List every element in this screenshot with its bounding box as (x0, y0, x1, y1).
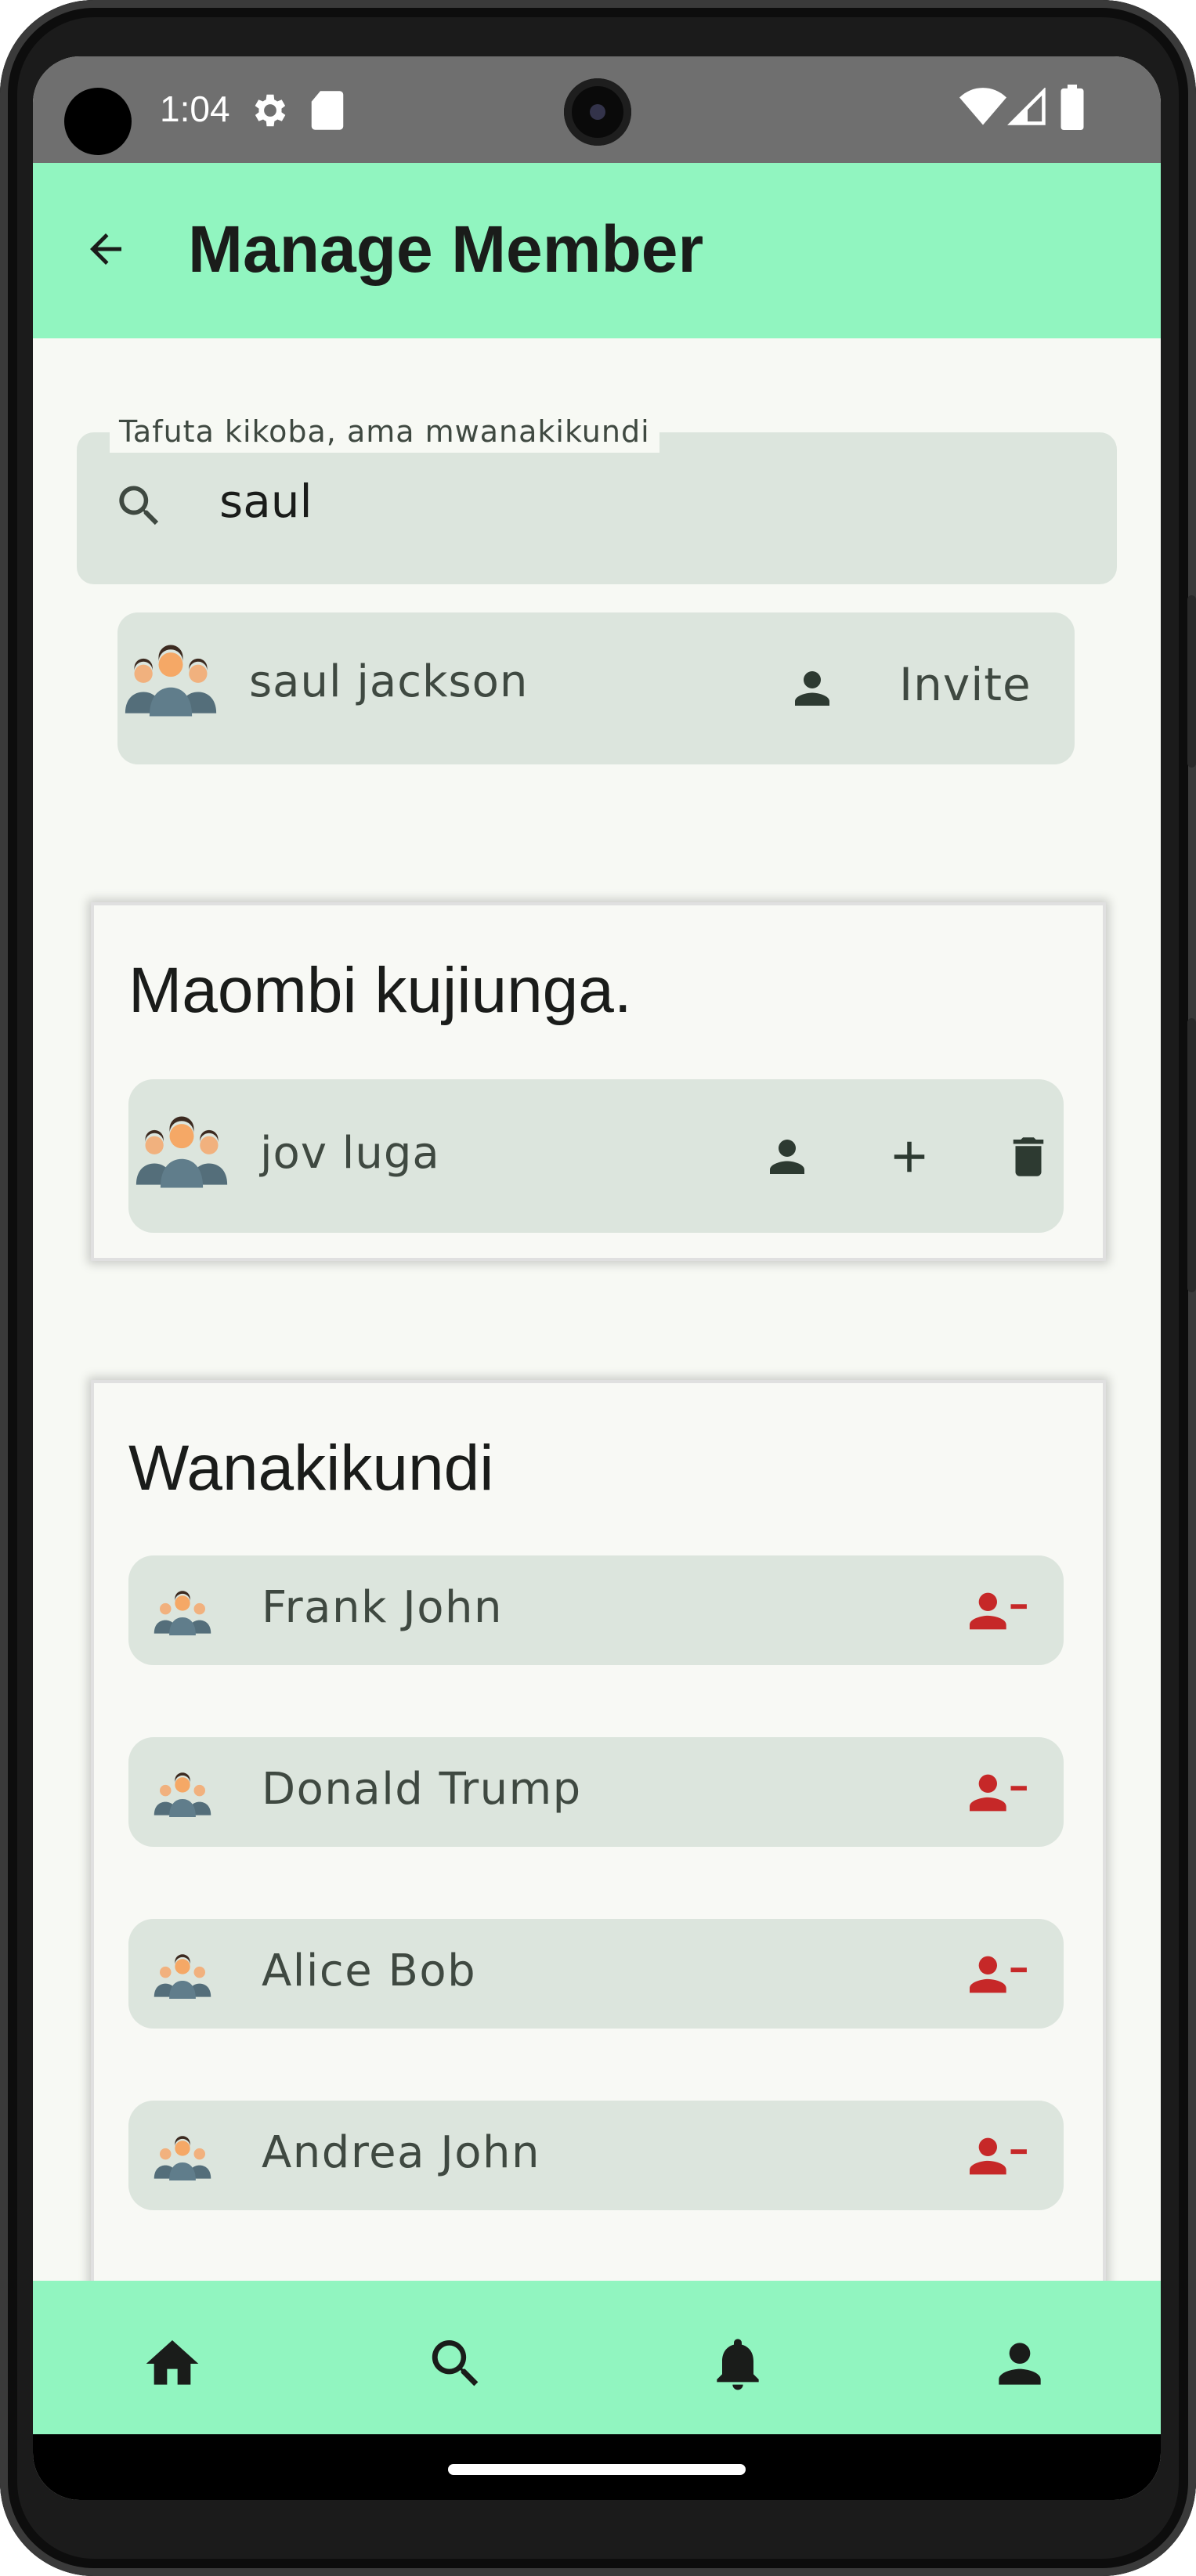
invite-button[interactable]: Invite (899, 658, 1032, 711)
members-title: Wanakikundi (128, 1433, 494, 1504)
remove-member-icon[interactable] (965, 1765, 1029, 1823)
member-name: Andrea John (262, 2127, 540, 2178)
signal-icon (1007, 87, 1048, 130)
group-avatar-icon (152, 1953, 213, 2002)
remove-member-icon[interactable] (965, 1584, 1029, 1642)
phone-frame: 1:04 Manage Member Tafuta kikoba, ama mw… (0, 0, 1196, 2576)
wifi-icon (959, 88, 1007, 130)
screen: 1:04 Manage Member Tafuta kikoba, ama mw… (33, 56, 1161, 2500)
remove-member-icon[interactable] (965, 1947, 1029, 2005)
remove-member-icon[interactable] (965, 2129, 1029, 2187)
sd-card-icon (309, 89, 346, 135)
requests-title: Maombi kujiunga. (128, 955, 632, 1026)
delete-icon[interactable] (1003, 1129, 1054, 1187)
person-icon[interactable] (761, 1131, 813, 1186)
search-value[interactable]: saul (219, 475, 313, 528)
plus-icon[interactable] (883, 1131, 935, 1186)
app-bar: Manage Member (33, 163, 1161, 338)
front-camera (564, 78, 631, 146)
arrow-left-icon[interactable] (80, 226, 132, 276)
member-name: Donald Trump (262, 1764, 582, 1815)
person-icon[interactable] (786, 663, 838, 717)
request-name: jov luga (260, 1128, 440, 1179)
bell-icon[interactable] (706, 2332, 769, 2398)
group-avatar-icon (122, 642, 219, 721)
page-title: Manage Member (188, 212, 704, 286)
search-icon (113, 479, 166, 536)
search-label: Tafuta kikoba, ama mwanakikundi (110, 410, 659, 453)
gesture-area (33, 2434, 1161, 2500)
home-indicator[interactable] (448, 2464, 746, 2475)
search-icon[interactable] (425, 2332, 487, 2398)
status-bar: 1:04 (33, 56, 1161, 163)
bottom-nav (33, 2281, 1161, 2434)
member-name: Frank John (262, 1582, 503, 1633)
power-button (1187, 1018, 1196, 1292)
home-icon[interactable] (141, 2332, 204, 2398)
camera-cutout (64, 88, 132, 155)
group-avatar-icon (152, 1590, 213, 1638)
battery-icon (1061, 85, 1084, 133)
volume-button (1187, 595, 1196, 768)
search-result-name: saul jackson (249, 656, 529, 707)
status-time: 1:04 (160, 89, 230, 129)
group-avatar-icon (152, 1772, 213, 1820)
group-avatar-icon (152, 2135, 213, 2184)
settings-icon (249, 89, 291, 135)
person-icon[interactable] (988, 2332, 1051, 2398)
member-name: Alice Bob (262, 1946, 477, 1996)
group-avatar-icon (133, 1114, 230, 1192)
